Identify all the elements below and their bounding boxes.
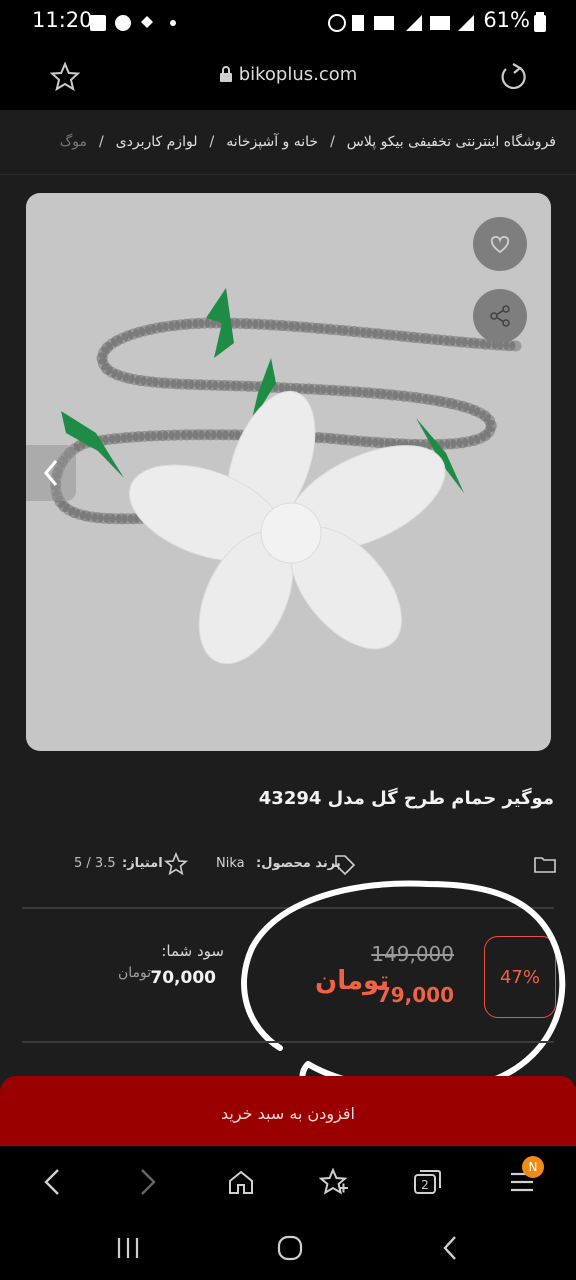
lock-icon bbox=[219, 66, 232, 82]
product-title: موگیر حمام طرح گل مدل 43294 bbox=[258, 788, 554, 809]
folder-icon bbox=[534, 857, 556, 873]
browser-address-bar: bikoplus.com bbox=[0, 44, 576, 111]
system-nav-bar bbox=[0, 1214, 576, 1280]
breadcrumb-item[interactable]: فروشگاه اینترنتی تخفیفی بیکو پلاس bbox=[347, 134, 556, 150]
breadcrumb-item[interactable]: لوازم کاربردی bbox=[116, 134, 198, 150]
star-icon bbox=[164, 852, 188, 876]
profit-currency: تومان bbox=[118, 965, 152, 981]
chevron-left-icon bbox=[44, 460, 58, 486]
forward-button[interactable] bbox=[128, 1162, 168, 1202]
status-bar: 11:20 61% bbox=[0, 0, 576, 44]
add-to-cart-button[interactable]: افزودن به سبد خرید bbox=[0, 1076, 576, 1148]
profit-value: 70,000 bbox=[150, 968, 216, 988]
back-icon[interactable] bbox=[440, 1234, 460, 1262]
home-icon bbox=[229, 1170, 253, 1194]
url-text[interactable]: bikoplus.com bbox=[0, 64, 576, 85]
brand-label: برند محصول: bbox=[256, 856, 341, 871]
tabs-button[interactable]: 2 bbox=[408, 1162, 448, 1202]
bookmark-star-icon bbox=[319, 1168, 348, 1195]
brand-value[interactable]: Nika bbox=[216, 856, 245, 871]
signal-icons bbox=[328, 14, 474, 32]
tabs-count: 2 bbox=[421, 1178, 429, 1192]
back-button[interactable] bbox=[32, 1162, 72, 1202]
browser-nav-bar: 2 bbox=[0, 1146, 576, 1214]
rating-label: امتیاز: bbox=[122, 856, 163, 871]
wishlist-button[interactable] bbox=[473, 217, 527, 271]
battery-level: 61% bbox=[483, 8, 530, 32]
breadcrumb: فروشگاه اینترنتی تخفیفی بیکو پلاس/خانه و… bbox=[0, 110, 576, 175]
divider bbox=[22, 1041, 554, 1043]
profit-label: سود شما: bbox=[161, 942, 224, 960]
share-icon bbox=[490, 305, 510, 327]
battery-icon bbox=[534, 12, 546, 32]
product-photo bbox=[50, 288, 522, 665]
gallery-prev-button[interactable] bbox=[26, 445, 76, 501]
breadcrumb-item[interactable]: خانه و آشپزخانه bbox=[226, 134, 318, 150]
home-button[interactable] bbox=[221, 1162, 261, 1202]
notification-icons bbox=[90, 15, 176, 31]
chevron-left-icon bbox=[44, 1169, 59, 1195]
share-button[interactable] bbox=[473, 289, 527, 343]
notification-badge: N bbox=[522, 1156, 544, 1178]
reload-icon[interactable] bbox=[498, 62, 528, 92]
tabs-icon: 2 bbox=[414, 1170, 441, 1194]
bookmarks-button[interactable] bbox=[314, 1162, 354, 1202]
status-time: 11:20 bbox=[32, 8, 93, 32]
product-meta: برند محصول: Nika امتیاز: 5 / 3.5 bbox=[0, 850, 576, 880]
chevron-right-icon bbox=[141, 1169, 156, 1195]
recents-icon[interactable] bbox=[116, 1236, 142, 1260]
breadcrumb-item[interactable]: موگ bbox=[60, 134, 87, 150]
home-circle-icon[interactable] bbox=[276, 1234, 304, 1262]
heart-icon bbox=[490, 236, 510, 254]
product-image[interactable] bbox=[26, 193, 551, 751]
add-to-cart-label: افزودن به سبد خرید bbox=[220, 1104, 355, 1123]
url-label: bikoplus.com bbox=[238, 64, 358, 85]
rating-value: 5 / 3.5 bbox=[74, 856, 116, 871]
